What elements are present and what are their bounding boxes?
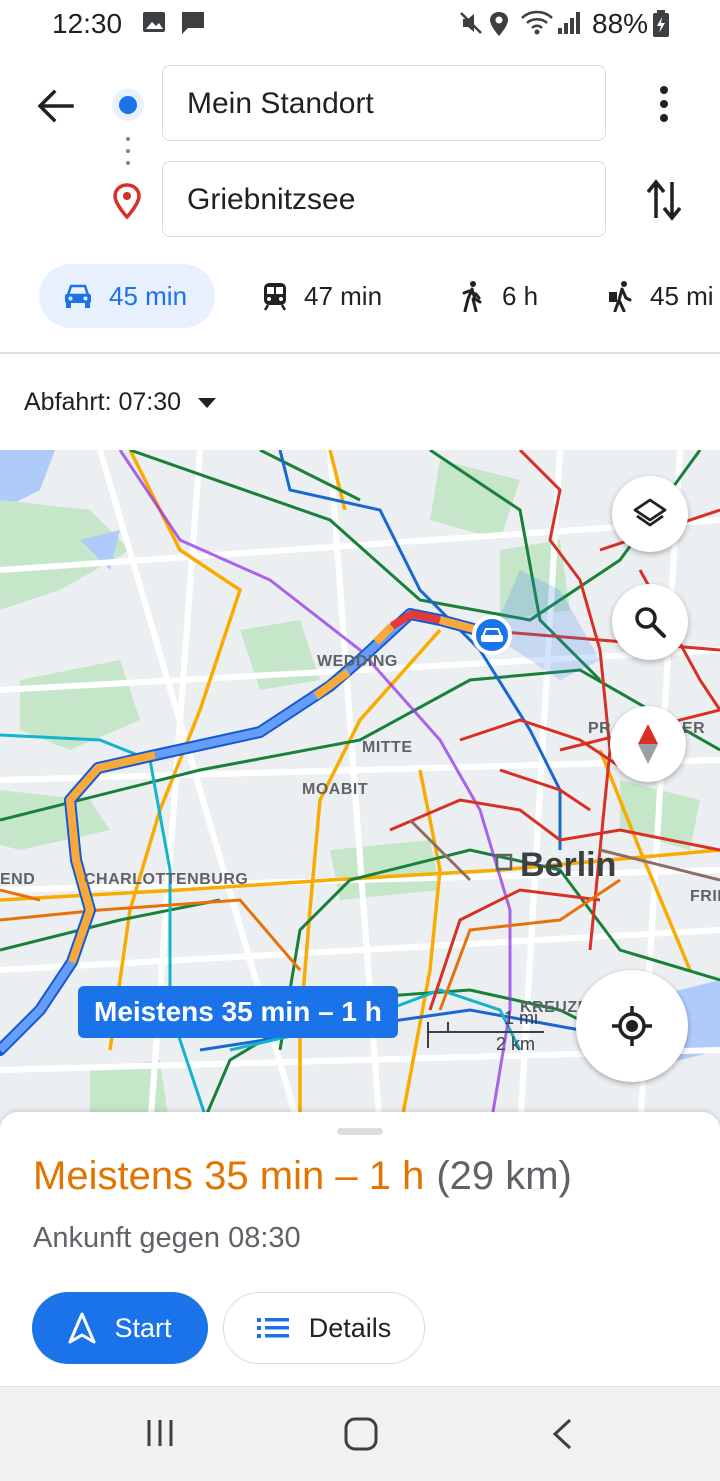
scale-mi: 1 mi	[504, 1008, 539, 1028]
start-label: Start	[114, 1312, 172, 1343]
details-button[interactable]: Details	[223, 1292, 425, 1364]
destination-input[interactable]: Griebnitzsee	[162, 161, 606, 237]
dropdown-caret-icon	[198, 397, 217, 408]
more-options-icon[interactable]	[646, 82, 682, 126]
mode-transit[interactable]: 47 min	[262, 264, 382, 328]
location-icon	[490, 12, 508, 36]
message-icon	[182, 12, 204, 34]
gallery-icon	[143, 12, 165, 32]
duration-text: Meistens 35 min – 1 h	[33, 1154, 425, 1198]
swap-icon[interactable]	[642, 176, 686, 224]
train-icon	[263, 283, 287, 311]
route-dots-icon	[126, 137, 130, 165]
destination-pin-icon	[113, 183, 141, 219]
battery-percent: 88%	[592, 8, 649, 39]
mode-transit-label: 47 min	[304, 280, 383, 311]
origin-dot-icon	[112, 89, 144, 121]
back-arrow-icon[interactable]	[34, 84, 78, 128]
mute-icon	[460, 12, 482, 34]
distance-text: (29 km)	[436, 1154, 572, 1198]
mode-driving[interactable]: 45 min	[39, 264, 215, 328]
search-icon	[635, 607, 666, 638]
divider	[0, 352, 720, 354]
back-nav-icon[interactable]	[550, 1417, 574, 1451]
layers-button[interactable]	[612, 476, 688, 552]
map-label-er: ER	[682, 720, 706, 737]
departure-label: Abfahrt: 07:30	[24, 388, 182, 416]
map-view[interactable]: WEDDING MITTE MOABIT CHARLOTTENBURG END …	[0, 450, 720, 1130]
list-icon	[256, 1318, 289, 1338]
mode-driving-label: 45 min	[109, 280, 188, 311]
scale-km: 2 km	[496, 1034, 536, 1054]
compass-button[interactable]	[610, 706, 686, 782]
compass-icon	[638, 724, 658, 764]
mode-walking-label: 6 h	[502, 280, 539, 311]
status-bar: 12:30 88%	[0, 0, 720, 48]
departure-selector[interactable]: Abfahrt: 07:30	[24, 388, 217, 417]
map-label-mitte: MITTE	[362, 739, 413, 756]
signal-icon	[558, 12, 580, 34]
details-label: Details	[308, 1312, 392, 1343]
origin-input[interactable]: Mein Standort	[162, 65, 606, 141]
my-location-button[interactable]	[576, 970, 688, 1082]
arrival-time: Ankunft gegen 08:30	[33, 1222, 301, 1254]
map-label-wedding: WEDDING	[317, 653, 398, 670]
navigation-arrow-icon	[68, 1312, 96, 1344]
status-time: 12:30	[52, 8, 123, 39]
car-icon	[65, 284, 91, 308]
map-label-pr: PR	[588, 720, 612, 737]
map-label-charlottenburg: CHARLOTTENBURG	[84, 871, 249, 888]
map-label-berlin: Berlin	[520, 846, 617, 884]
search-button[interactable]	[612, 584, 688, 660]
ride-icon	[609, 281, 632, 312]
mode-ride-label: 45 mi	[650, 280, 714, 311]
recent-apps-icon[interactable]	[144, 1417, 176, 1449]
map-label-frie: FRIE	[690, 888, 720, 905]
walk-icon	[462, 281, 482, 312]
mode-walking[interactable]: 6 h	[460, 264, 538, 328]
trip-duration: Meistens 35 min – 1 h (29 km)	[33, 1154, 572, 1199]
map-scale: 1 mi 2 km	[426, 1008, 546, 1054]
layers-icon	[633, 498, 667, 527]
map-label-moabit: MOABIT	[302, 781, 369, 798]
mode-ride[interactable]: 45 mi	[606, 264, 714, 328]
battery-icon	[653, 10, 669, 37]
bottom-sheet: Meistens 35 min – 1 h (29 km) Ankunft geg…	[0, 1112, 720, 1386]
system-nav-bar	[0, 1386, 720, 1481]
start-button[interactable]: Start	[32, 1292, 208, 1364]
wifi-icon	[521, 10, 553, 35]
route-callout[interactable]: Meistens 35 min – 1 h	[78, 986, 398, 1038]
my-location-icon	[612, 1006, 652, 1046]
travel-modes: 45 min 47 min 6 h 45 mi	[0, 262, 720, 330]
sheet-drag-handle[interactable]	[337, 1128, 383, 1135]
map-label-end: END	[0, 871, 36, 888]
home-icon[interactable]	[344, 1417, 378, 1451]
